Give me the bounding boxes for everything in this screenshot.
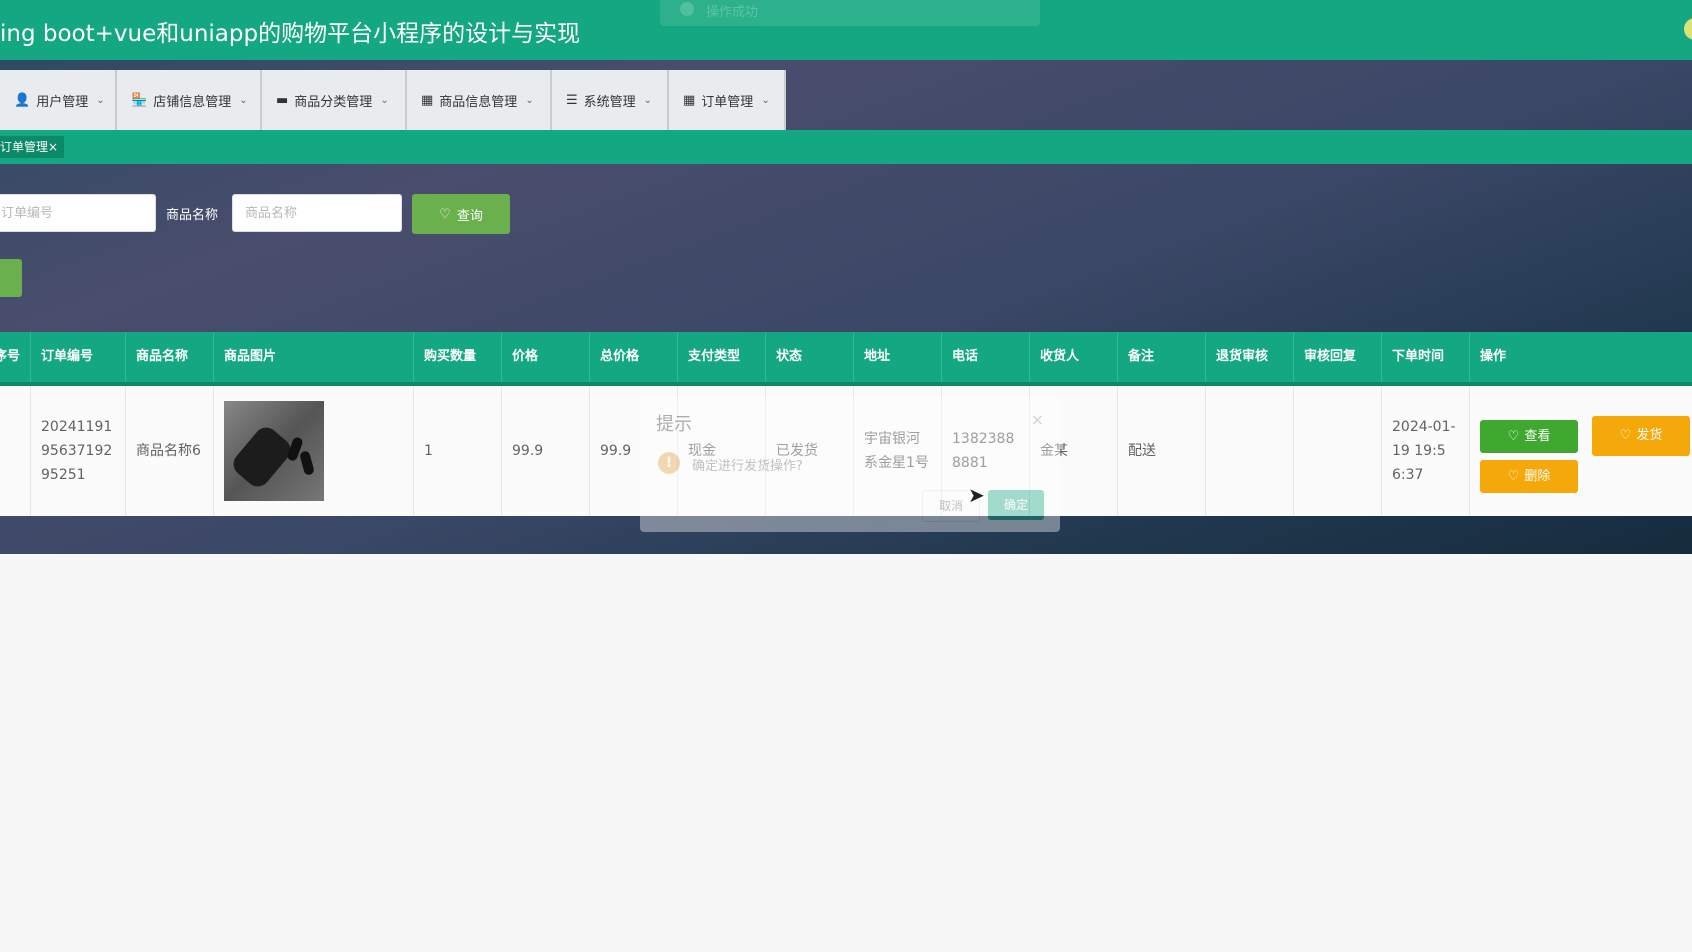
- heart-icon: ♡: [1619, 428, 1632, 443]
- tab-orders[interactable]: 订单管理×: [0, 136, 65, 158]
- chevron-down-icon: ⌄: [96, 94, 105, 106]
- chevron-down-icon: ⌄: [643, 94, 653, 106]
- warning-icon: !: [658, 452, 680, 474]
- earbuds-case-image: [228, 422, 296, 492]
- product-name-input[interactable]: [232, 194, 402, 232]
- success-toast: 操作成功: [660, 0, 1040, 26]
- app-title: ing boot+vue和uniapp的购物平台小程序的设计与实现: [0, 21, 581, 47]
- cell-return-review: [1206, 386, 1294, 516]
- query-button[interactable]: ♡ 查询: [412, 194, 510, 234]
- column-header[interactable]: 收货人: [1030, 332, 1118, 382]
- chevron-down-icon: ⌄: [525, 94, 534, 106]
- view-button[interactable]: ♡ 查看: [1480, 420, 1578, 453]
- ship-label: 发货: [1636, 428, 1663, 443]
- column-header[interactable]: 退货审核: [1206, 332, 1294, 382]
- nav-item-users[interactable]: 👤 用户管理 ⌄: [0, 70, 117, 130]
- tags-bar: 订单管理×: [0, 130, 1692, 164]
- grid-icon: ▦: [421, 92, 434, 108]
- cell-quantity: 1: [414, 386, 502, 516]
- add-button[interactable]: [0, 259, 22, 297]
- cell-review-reply: [1294, 386, 1382, 516]
- heart-icon: ♡: [1507, 428, 1520, 444]
- column-header[interactable]: 下单时间: [1382, 332, 1470, 382]
- ship-button[interactable]: ♡ 发货: [1592, 416, 1690, 456]
- order-number-input[interactable]: [0, 194, 156, 232]
- column-header[interactable]: 地址: [854, 332, 942, 382]
- column-header[interactable]: 操作: [1470, 332, 1692, 382]
- product-thumbnail[interactable]: [224, 401, 324, 501]
- column-header[interactable]: 购买数量: [414, 332, 502, 382]
- column-header[interactable]: 商品图片: [214, 332, 414, 382]
- cell-price: 99.9: [502, 386, 590, 516]
- nav-item-label: 系统管理: [583, 94, 636, 110]
- column-header[interactable]: 审核回复: [1294, 332, 1382, 382]
- product-name-label: 商品名称: [166, 208, 219, 223]
- nav-item-label: 店铺信息管理: [153, 94, 232, 110]
- query-label: 查询: [456, 208, 483, 224]
- user-icon: 👤: [14, 92, 31, 108]
- column-header[interactable]: 订单编号: [31, 332, 126, 382]
- nav-item-label: 订单管理: [701, 94, 754, 110]
- nav-item-label: 商品分类管理: [294, 94, 373, 110]
- cell-product-image: [214, 386, 414, 516]
- delete-label: 删除: [1524, 468, 1551, 484]
- nav-item-label: 用户管理: [36, 94, 89, 110]
- nav-item-category[interactable]: ▬ 商品分类管理 ⌄: [262, 70, 407, 130]
- view-label: 查看: [1524, 428, 1551, 444]
- toast-text: 操作成功: [706, 5, 759, 20]
- cell-actions: ♡ 查看 ♡ 发货 ♡ 删除: [1470, 386, 1692, 516]
- earbud-image: [299, 450, 315, 476]
- delete-button[interactable]: ♡ 删除: [1480, 460, 1578, 493]
- top-nav-menu: 👤 用户管理 ⌄ 🏪 店铺信息管理 ⌄ ▬ 商品分类管理 ⌄ ▦ 商品信息管理 …: [0, 70, 786, 130]
- heart-icon: ♡: [439, 206, 451, 222]
- column-header[interactable]: 价格: [502, 332, 590, 382]
- table-header: 序号 订单编号 商品名称 商品图片 购买数量 价格 总价格 支付类型 状态 地址…: [0, 332, 1692, 386]
- column-header[interactable]: 支付类型: [678, 332, 766, 382]
- nav-item-orders[interactable]: ▦ 订单管理 ⌄: [669, 70, 786, 130]
- nav-item-products[interactable]: ▦ 商品信息管理 ⌄: [407, 70, 552, 130]
- nav-item-store[interactable]: 🏪 店铺信息管理 ⌄: [117, 70, 262, 130]
- tab-label: 订单管理: [0, 140, 49, 154]
- column-header[interactable]: 电话: [942, 332, 1030, 382]
- top-bar: ing boot+vue和uniapp的购物平台小程序的设计与实现 操作成功: [0, 0, 1692, 60]
- column-header[interactable]: 状态: [766, 332, 854, 382]
- cell-product-name: 商品名称6: [126, 386, 214, 516]
- heart-icon: ♡: [1507, 468, 1520, 484]
- cell-order-no: 202411919563719295251: [31, 386, 126, 516]
- store-icon: 🏪: [131, 92, 148, 108]
- dialog-title: 提示: [656, 414, 692, 435]
- column-header[interactable]: 序号: [0, 332, 31, 382]
- chevron-down-icon: ⌄: [761, 94, 770, 106]
- close-icon[interactable]: ×: [48, 140, 58, 154]
- list-icon: ☰: [566, 92, 578, 108]
- column-header[interactable]: 总价格: [590, 332, 678, 382]
- monitor-icon: ▬: [276, 92, 289, 108]
- dialog-message: 确定进行发货操作?: [692, 459, 803, 474]
- confirm-dialog: 提示 × ! 确定进行发货操作? 取消 确定: [640, 398, 1060, 532]
- cell-order-time: 2024-01-19 19:56:37: [1382, 386, 1470, 516]
- column-header[interactable]: 商品名称: [126, 332, 214, 382]
- check-circle-icon: [680, 2, 694, 16]
- avatar[interactable]: [1684, 18, 1692, 40]
- nav-item-system[interactable]: ☰ 系统管理 ⌄: [552, 70, 669, 130]
- nav-item-label: 商品信息管理: [439, 94, 518, 110]
- column-header[interactable]: 备注: [1118, 332, 1206, 382]
- grid-icon: ▦: [683, 92, 696, 108]
- chevron-down-icon: ⌄: [239, 94, 248, 106]
- confirm-button[interactable]: 确定: [988, 490, 1044, 520]
- cell-index: [0, 386, 31, 516]
- chevron-down-icon: ⌄: [380, 94, 389, 106]
- close-icon[interactable]: ×: [1031, 410, 1044, 429]
- mouse-cursor-icon: ➤: [968, 483, 985, 507]
- cell-remark: 配送: [1118, 386, 1206, 516]
